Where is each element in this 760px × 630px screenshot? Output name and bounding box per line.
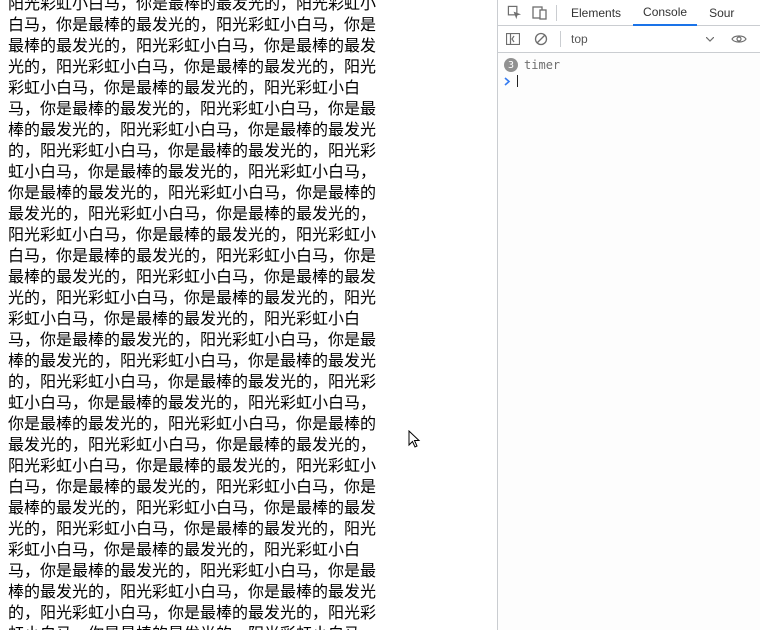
context-label: top — [571, 32, 594, 46]
log-message: timer — [524, 58, 560, 72]
devtools-panel: Elements Console Sour top 3 timer — [497, 0, 760, 630]
tabbar-separator — [556, 5, 557, 21]
console-log-row: 3 timer — [498, 57, 760, 73]
tab-elements[interactable]: Elements — [561, 0, 631, 26]
context-selector[interactable]: top — [569, 32, 722, 46]
prompt-chevron-icon — [504, 77, 512, 86]
toolbar-separator — [560, 31, 561, 47]
body-text: 阳光彩虹小白马，你是最棒的最发光的，阳光彩虹小白马，你是最棒的最发光的，阳光彩虹… — [8, 0, 389, 630]
console-toolbar: top — [498, 26, 760, 53]
devtools-tabbar: Elements Console Sour — [498, 0, 760, 26]
text-cursor — [517, 75, 518, 87]
console-output[interactable]: 3 timer — [498, 53, 760, 630]
log-count-badge: 3 — [504, 58, 518, 72]
eye-icon[interactable] — [728, 28, 750, 50]
sidebar-toggle-icon[interactable] — [502, 28, 524, 50]
tab-console[interactable]: Console — [633, 0, 697, 26]
page-content-pane: 阳光彩虹小白马，你是最棒的最发光的，阳光彩虹小白马，你是最棒的最发光的，阳光彩虹… — [0, 0, 397, 630]
device-icon[interactable] — [528, 1, 552, 25]
clear-icon[interactable] — [530, 28, 552, 50]
whitespace-gap — [397, 0, 497, 630]
tab-sources[interactable]: Sour — [699, 0, 744, 26]
console-prompt[interactable] — [498, 73, 760, 89]
inspect-icon[interactable] — [502, 1, 526, 25]
chevron-down-icon — [706, 37, 714, 42]
